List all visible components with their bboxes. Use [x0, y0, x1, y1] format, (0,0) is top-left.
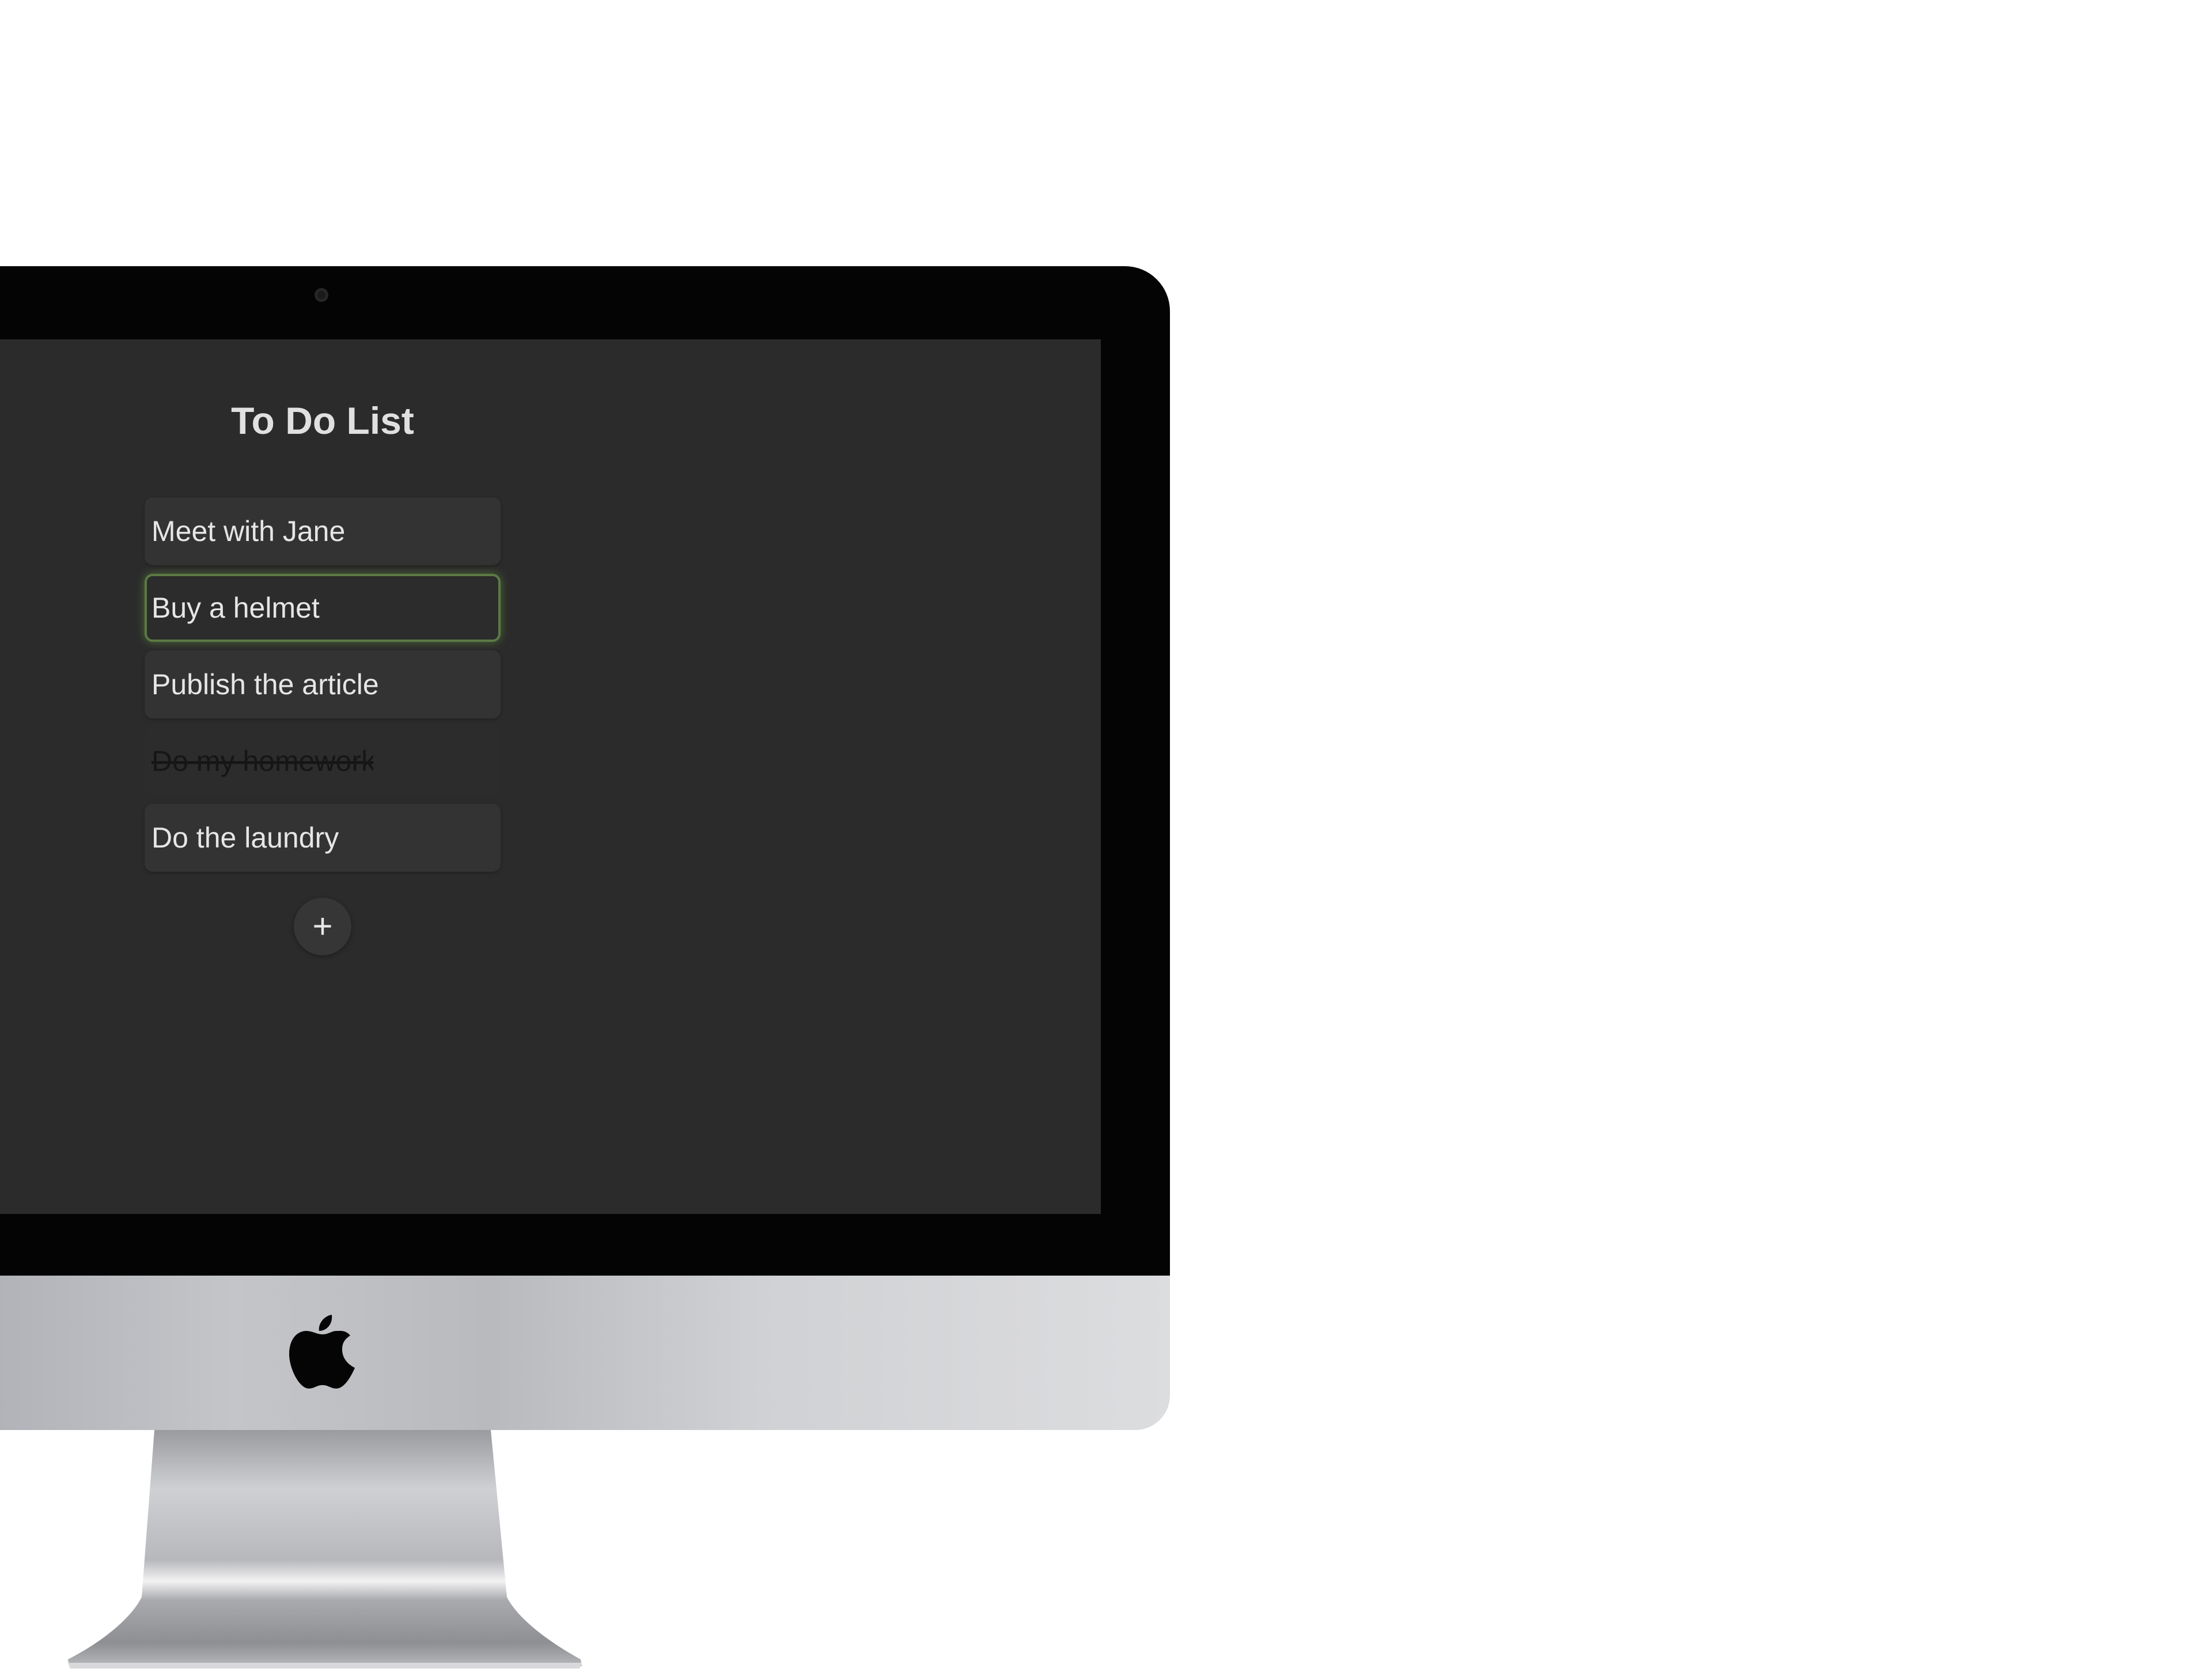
apple-logo-icon	[289, 1315, 355, 1389]
todo-item-focused[interactable]: Buy a helmet	[145, 574, 501, 642]
app-screen: To Do List Meet with Jane Buy a helmet P…	[0, 339, 1101, 1214]
todo-item-label: Publish the article	[151, 668, 379, 701]
todo-item-label: Buy a helmet	[151, 592, 320, 624]
add-todo-button[interactable]: +	[294, 898, 351, 955]
todo-item-label: Do the laundry	[151, 822, 339, 854]
todo-item[interactable]: Meet with Jane	[145, 497, 501, 565]
monitor-stand	[68, 1430, 582, 1669]
todo-item-completed[interactable]: Do my homework	[145, 727, 501, 795]
monitor-chin	[0, 1276, 1170, 1430]
todo-item[interactable]: Do the laundry	[145, 804, 501, 872]
webcam-icon	[315, 288, 328, 302]
todo-item-label: Meet with Jane	[151, 515, 346, 547]
todo-list: Meet with Jane Buy a helmet Publish the …	[145, 497, 501, 880]
todo-item[interactable]: Publish the article	[145, 650, 501, 718]
page-title: To Do List	[231, 399, 414, 442]
todo-item-label: Do my homework	[151, 745, 373, 777]
